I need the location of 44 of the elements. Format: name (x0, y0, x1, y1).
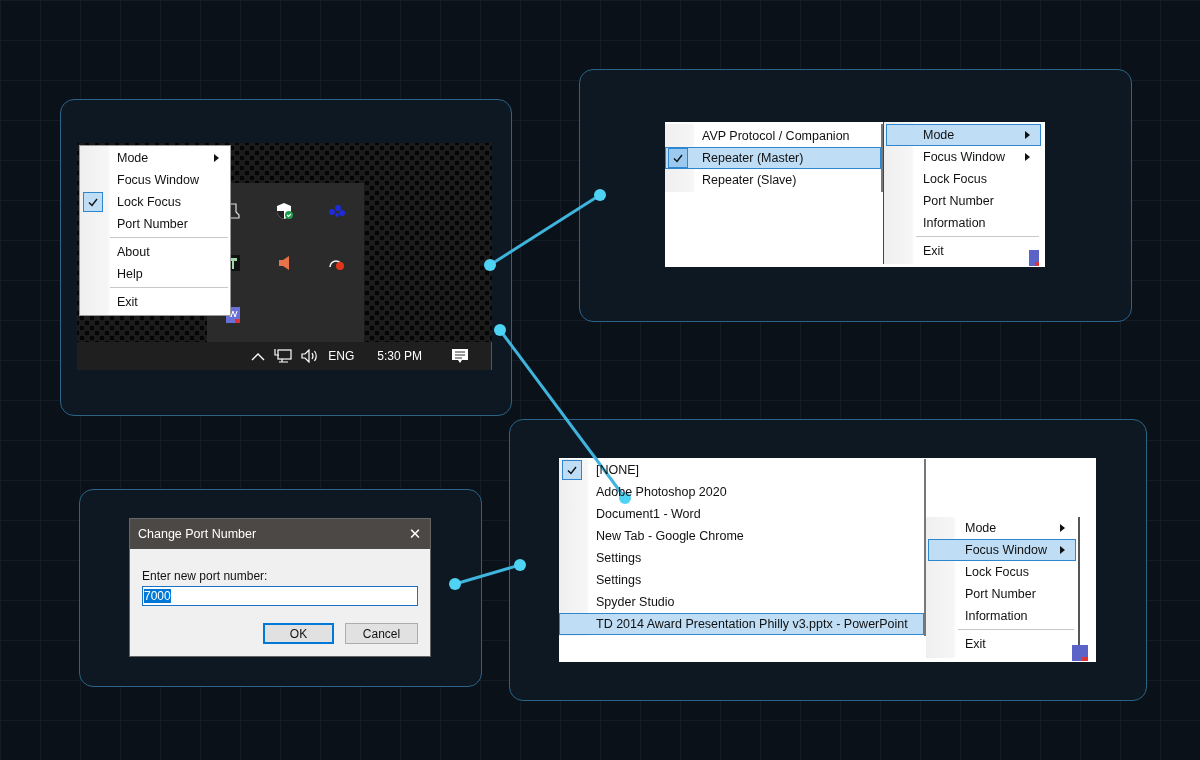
menu-item[interactable]: Lock Focus (886, 168, 1041, 190)
shield-icon (276, 202, 294, 220)
menu-item[interactable]: Exit (886, 240, 1041, 262)
menu-item[interactable]: Port Number (886, 190, 1041, 212)
menu-item[interactable]: Port Number (80, 213, 230, 235)
menu-item[interactable]: Mode (80, 147, 230, 169)
menu-item[interactable]: Mode (928, 517, 1076, 539)
menu-item[interactable]: TD 2014 Award Presentation Philly v3.pptx - PowerPoint (559, 613, 924, 635)
menu-item[interactable]: New Tab - Google Chrome (559, 525, 924, 547)
menu-item[interactable]: Document1 - Word (559, 503, 924, 525)
menu-item[interactable]: Lock Focus (80, 191, 230, 213)
close-button[interactable]: ✕ (400, 519, 430, 549)
app-icon (1029, 250, 1039, 266)
menu-item[interactable]: Help (80, 263, 230, 285)
chevron-up-icon[interactable] (251, 351, 266, 361)
port-input-field[interactable]: 7000 (142, 586, 418, 606)
menu-item[interactable]: Settings (559, 547, 924, 569)
network-icon[interactable] (274, 348, 293, 364)
notification-icon[interactable] (451, 347, 469, 365)
menu-item[interactable]: Repeater (Slave) (665, 169, 881, 191)
menu-item[interactable]: Information (928, 605, 1076, 627)
menu-item[interactable]: Port Number (928, 583, 1076, 605)
language-indicator[interactable]: ENG (328, 349, 355, 363)
ok-button[interactable]: OK (263, 623, 334, 644)
menu-item[interactable]: Exit (80, 291, 230, 313)
menu-item[interactable]: Lock Focus (928, 561, 1076, 583)
menu-item[interactable]: AVP Protocol / Companion (665, 125, 881, 147)
network-dots-icon (328, 204, 346, 218)
cancel-button[interactable]: Cancel (345, 623, 418, 644)
menu-item[interactable]: Mode (886, 124, 1041, 146)
menu-item[interactable]: Focus Window (886, 146, 1041, 168)
menu-item[interactable]: About (80, 241, 230, 263)
dialog-title: Change Port Number (138, 527, 257, 541)
menu-item[interactable]: Focus Window (80, 169, 230, 191)
clock[interactable]: 5:30 PM (377, 349, 422, 363)
menu-item[interactable]: Exit (928, 633, 1076, 655)
menu-item[interactable]: Information (886, 212, 1041, 234)
menu-item[interactable]: Focus Window (928, 539, 1076, 561)
prompt-label: Enter new port number: (142, 569, 269, 583)
menu-item[interactable]: Settings (559, 569, 924, 591)
app-icon (1072, 645, 1088, 661)
volume-icon[interactable] (301, 349, 320, 363)
menu-item[interactable]: Repeater (Master) (665, 147, 881, 169)
menu-item[interactable]: Spyder Studio (559, 591, 924, 613)
